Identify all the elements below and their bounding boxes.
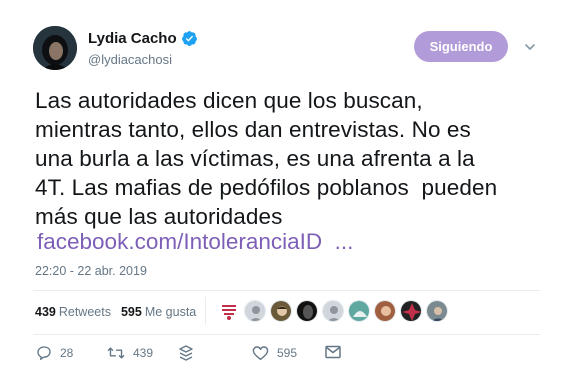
retweets-label: Retweets [58, 305, 111, 319]
tweet-link[interactable]: facebook.com/IntoleranciaID ... [37, 227, 353, 256]
reply-count: 28 [60, 346, 74, 360]
layers-icon[interactable] [179, 345, 193, 361]
retweets-count: 439 [35, 305, 56, 319]
likers-avatars [218, 300, 452, 322]
tweet-text: Las autoridades dicen que los buscan, mi… [35, 86, 565, 231]
heart-icon[interactable] [252, 345, 269, 361]
liker-avatar[interactable] [270, 300, 292, 322]
liker-avatar[interactable] [400, 300, 422, 322]
tweet-timestamp[interactable]: 22:20 - 22 abr. 2019 [35, 264, 147, 278]
author-avatar[interactable] [33, 26, 77, 70]
like-count: 595 [277, 346, 298, 360]
following-button[interactable]: Siguiendo [414, 31, 508, 62]
author-name[interactable]: Lydia Cacho [88, 30, 177, 47]
liker-avatar[interactable] [374, 300, 396, 322]
like-action[interactable]: 595 [252, 345, 297, 361]
layers-action[interactable] [179, 345, 193, 361]
tweet-card: Lydia Cacho @lydiacachosi Siguiendo Las … [0, 0, 573, 379]
verified-badge-icon [181, 30, 198, 47]
liker-avatar[interactable] [322, 300, 344, 322]
chevron-down-icon[interactable] [523, 40, 537, 54]
tweet-text-line: mientras tanto, ellos dan entrevistas. N… [35, 117, 471, 142]
envelope-icon[interactable] [325, 345, 341, 359]
reply-action[interactable]: 28 [36, 345, 73, 361]
liker-avatar[interactable] [426, 300, 448, 322]
liker-avatar[interactable] [296, 300, 318, 322]
liker-avatar[interactable] [244, 300, 266, 322]
divider [33, 334, 540, 335]
likes-label: Me gusta [144, 305, 197, 319]
divider [33, 290, 540, 291]
reply-icon[interactable] [36, 345, 52, 361]
stats-separator [205, 297, 206, 325]
retweet-count: 439 [133, 346, 154, 360]
tweet-stats: 439 Retweets 595 Me gusta [35, 301, 206, 323]
message-action[interactable] [325, 345, 341, 359]
author-name-row[interactable]: Lydia Cacho [88, 30, 198, 47]
likes-stat[interactable]: 595 Me gusta [121, 305, 196, 319]
tweet-text-line: una burla a las víctimas, es una afrenta… [35, 146, 475, 171]
tweet-text-line: Las autoridades dicen que los buscan, [35, 88, 423, 113]
retweet-action[interactable]: 439 [107, 345, 153, 361]
retweets-stat[interactable]: 439 Retweets [35, 305, 111, 319]
tweet-text-line: 4T. Las mafias de pedófilos poblanos pue… [35, 175, 498, 200]
liker-avatar[interactable] [218, 300, 240, 322]
likes-count: 595 [120, 305, 142, 319]
author-handle[interactable]: @lydiacachosi [88, 52, 172, 67]
retweet-icon[interactable] [107, 345, 125, 361]
liker-avatar[interactable] [348, 300, 370, 322]
